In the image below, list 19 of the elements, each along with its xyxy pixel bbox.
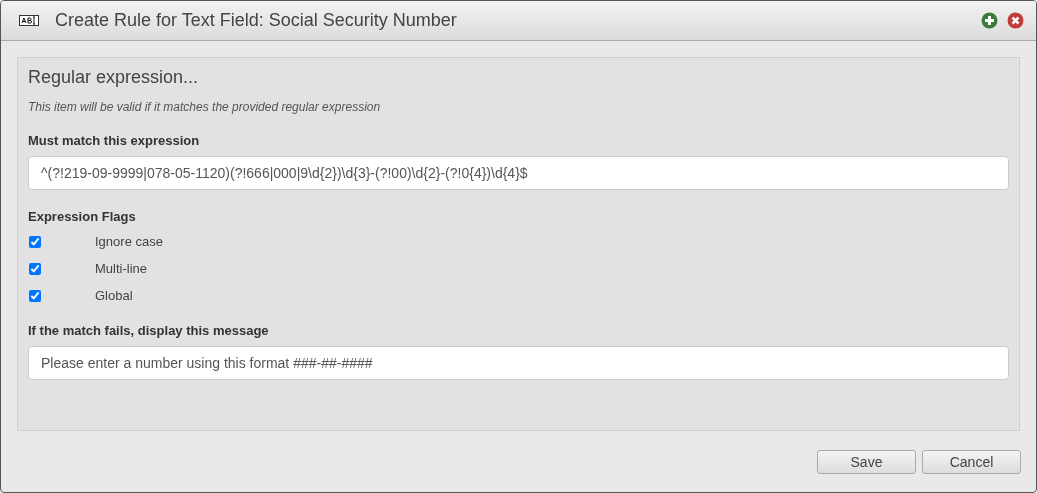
expression-field[interactable]: ^(?!219-09-9999|078-05-1120)(?!666|000|9\d{2})\d{3}-(?!00)\d{2}-(?!0{4})\d{4}$ [28,156,1009,190]
flag-label: Ignore case [95,234,163,249]
text-field-icon [19,15,39,26]
cancel-button[interactable]: Cancel [922,449,1021,474]
field-label: Must match this expression [28,133,201,148]
flag-label: Multi-line [95,261,147,276]
close-icon[interactable] [1007,12,1024,29]
message-field[interactable]: Please enter a number using this format ###-##-#### [28,346,1009,380]
section-heading: Regular expression... [28,67,200,88]
section-description: This item will be valid if it matches the provided regular expression [28,100,382,114]
flag-checkbox[interactable] [29,262,41,275]
flag-checkbox[interactable] [29,289,41,302]
add-icon[interactable] [981,12,998,29]
field-label: Expression Flags [28,209,137,224]
flag-checkbox[interactable] [29,235,41,248]
save-button[interactable]: Save [817,449,916,474]
flag-label: Global [95,288,133,303]
window-title: Create Rule for Text Field: Social Security Number [55,10,458,31]
field-label: If the match fails, display this message [28,323,270,338]
